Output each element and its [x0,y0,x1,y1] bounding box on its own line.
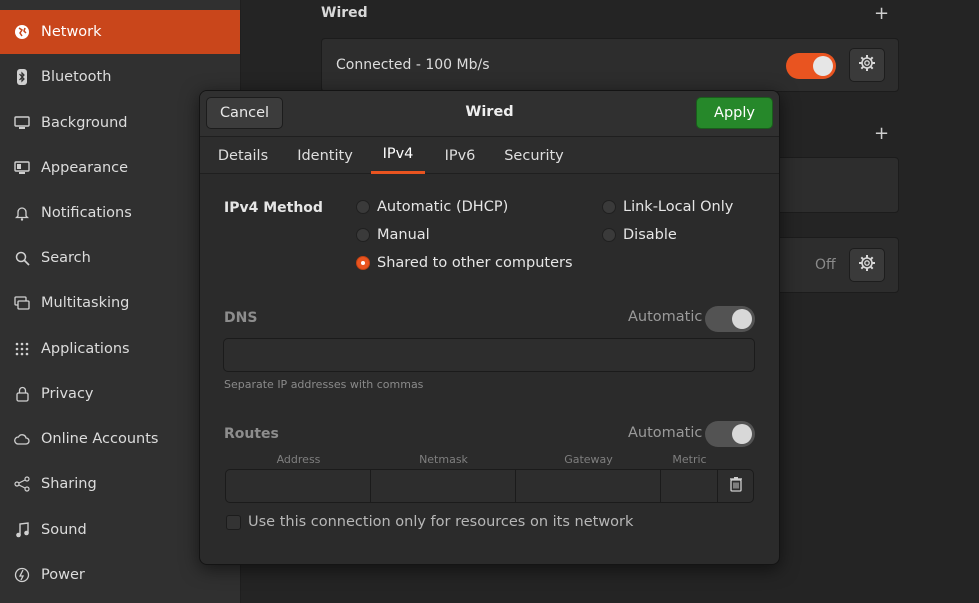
route-col-netmask: Netmask [419,453,468,466]
multitasking-icon [14,295,30,311]
route-metric-input[interactable] [661,470,718,502]
bell-icon [14,205,30,221]
wired-status-text: Connected - 100 Mb/s [336,57,490,73]
sidebar-item-label: Applications [41,341,130,357]
proxy-settings-button[interactable] [849,248,885,282]
monitor-icon [14,115,30,131]
trash-icon [729,476,743,496]
appearance-icon [14,160,30,176]
sidebar-item-label: Background [41,115,128,131]
sidebar-item-label: Privacy [41,386,94,402]
wired-settings-dialog: Cancel Wired Apply Details Identity IPv4… [199,90,780,565]
sidebar-item-label: Appearance [41,160,129,176]
method-label: Automatic (DHCP) [377,199,509,215]
route-col-gateway: Gateway [564,453,613,466]
routes-automatic-toggle[interactable] [705,421,755,447]
share-icon [14,476,30,492]
ipv4-method-label: IPv4 Method [224,200,323,216]
sidebar-item-label: Network [41,24,102,40]
tab-details[interactable]: Details [210,137,276,174]
proxy-status-text: Off [815,257,836,273]
method-shared[interactable]: Shared to other computers [356,255,573,271]
dialog-header: Cancel Wired Apply [200,91,779,137]
only-resources-checkbox[interactable] [226,514,241,530]
radio-button[interactable] [602,200,616,214]
radio-button[interactable] [356,200,370,214]
route-gateway-input[interactable] [516,470,661,502]
sidebar-item-network[interactable]: Network [0,10,240,54]
method-link-local[interactable]: Link-Local Only [602,199,733,215]
method-disable[interactable]: Disable [602,227,677,243]
sidebar-item-label: Search [41,250,91,266]
globe-icon [14,24,30,40]
power-icon [14,567,30,583]
route-row [225,469,754,503]
route-col-address: Address [276,453,321,466]
radio-button[interactable] [356,228,370,242]
method-label: Shared to other computers [377,255,573,271]
lock-icon [14,386,30,402]
sidebar-item-label: Online Accounts [41,431,159,447]
apply-button[interactable]: Apply [696,97,773,129]
search-icon [14,250,30,266]
route-netmask-input[interactable] [371,470,516,502]
bluetooth-icon [14,69,30,85]
grid-icon [14,341,30,357]
music-note-icon [14,522,30,538]
sidebar-item-label: Sharing [41,476,97,492]
wired-section-heading: Wired [321,5,368,21]
gear-icon [858,54,876,76]
sidebar-item-label: Sound [41,522,87,538]
method-label: Disable [623,227,677,243]
add-vpn-plus-icon[interactable]: + [874,125,889,143]
method-label: Manual [377,227,430,243]
gear-icon [858,254,876,276]
wired-toggle[interactable] [786,53,836,79]
tab-ipv6[interactable]: IPv6 [434,137,486,174]
sidebar-item-label: Power [41,567,85,583]
tab-identity[interactable]: Identity [289,137,361,174]
dns-automatic-label: Automatic [628,309,703,325]
route-address-input[interactable] [226,470,371,502]
cloud-icon [14,431,30,447]
dns-input[interactable] [223,338,755,372]
tab-ipv4[interactable]: IPv4 [371,137,425,174]
dns-label: DNS [224,310,258,326]
dns-automatic-toggle[interactable] [705,306,755,332]
method-manual[interactable]: Manual [356,227,430,243]
only-resources-label: Use this connection only for resources o… [248,514,634,530]
add-wired-plus-icon[interactable]: + [874,5,889,23]
routes-label: Routes [224,426,279,442]
delete-route-button[interactable] [718,470,754,502]
route-col-metric: Metric [672,453,707,466]
dns-hint: Separate IP addresses with commas [224,378,424,391]
radio-button[interactable] [602,228,616,242]
dialog-title: Wired [465,104,514,120]
routes-automatic-label: Automatic [628,425,703,441]
method-automatic-dhcp[interactable]: Automatic (DHCP) [356,199,508,215]
wired-connection-card: Connected - 100 Mb/s [321,38,899,92]
radio-button-selected[interactable] [356,256,370,270]
sidebar-item-label: Notifications [41,205,132,221]
method-label: Link-Local Only [623,199,734,215]
only-resources-checkbox-row[interactable]: Use this connection only for resources o… [226,514,633,530]
tab-security[interactable]: Security [497,137,571,174]
wired-settings-button[interactable] [849,48,885,82]
sidebar-item-label: Bluetooth [41,69,112,85]
sidebar-item-label: Multitasking [41,295,130,311]
dialog-tabs: Details Identity IPv4 IPv6 Security [200,137,779,174]
